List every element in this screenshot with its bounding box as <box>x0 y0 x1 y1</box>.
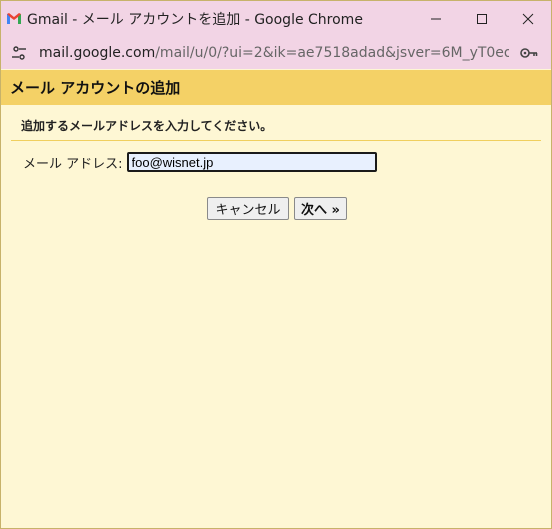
next-button[interactable]: 次へ » <box>294 197 347 220</box>
button-row: キャンセル 次へ » <box>207 197 347 220</box>
url-path: /mail/u/0/?ui=2&ik=ae7518adad&jsver=6M_y… <box>155 44 509 61</box>
instruction-text: 追加するメールアドレスを入力してください。 <box>21 119 273 133</box>
email-field[interactable] <box>126 152 377 172</box>
maximize-button[interactable] <box>459 1 505 36</box>
address-bar[interactable]: mail.google.com/mail/u/0/?ui=2&ik=ae7518… <box>1 36 551 69</box>
gmail-icon <box>7 13 21 24</box>
cancel-button[interactable]: キャンセル <box>207 197 289 220</box>
url-host: mail.google.com <box>39 44 156 61</box>
close-icon <box>522 13 534 24</box>
minimize-icon <box>431 18 441 19</box>
key-icon[interactable] <box>519 45 539 61</box>
page-title: メール アカウントの追加 <box>10 79 181 97</box>
window-title: Gmail - メール アカウントを追加 - Google Chrome <box>27 11 363 28</box>
browser-window: Gmail - メール アカウントを追加 - Google Chrome mai… <box>0 0 552 529</box>
title-bar: Gmail - メール アカウントを追加 - Google Chrome <box>1 1 551 36</box>
url-text[interactable]: mail.google.com/mail/u/0/?ui=2&ik=ae7518… <box>39 45 509 61</box>
site-settings-icon[interactable] <box>11 45 27 61</box>
divider <box>11 140 541 141</box>
minimize-button[interactable] <box>413 1 459 36</box>
maximize-icon <box>477 13 487 24</box>
email-label: メール アドレス: <box>23 156 123 172</box>
email-row: メール アドレス: <box>23 152 377 172</box>
window-controls <box>413 1 551 36</box>
page-header: メール アカウントの追加 <box>1 70 551 105</box>
close-window-button[interactable] <box>505 1 551 36</box>
